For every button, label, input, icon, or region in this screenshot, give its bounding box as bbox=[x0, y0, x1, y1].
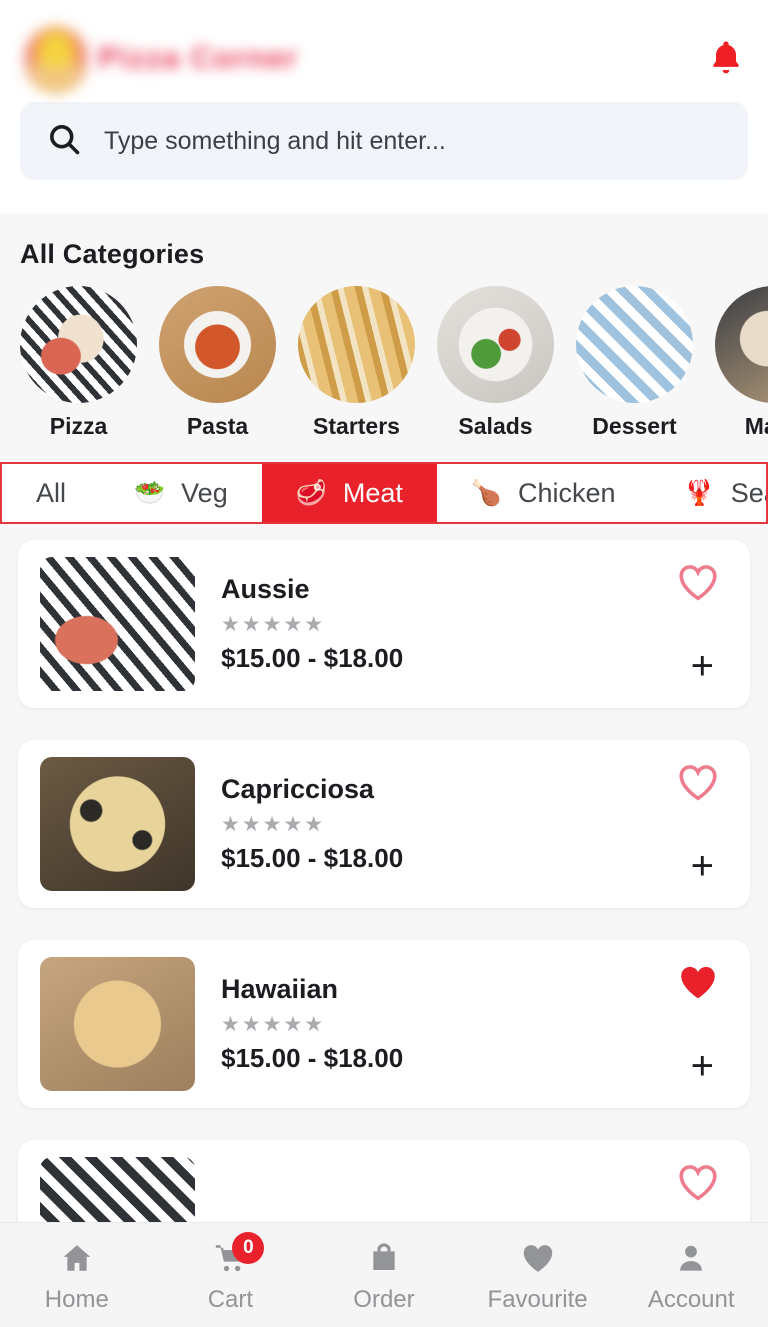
category-item-pizza[interactable]: Pizza bbox=[20, 286, 137, 440]
nav-label: Home bbox=[44, 1286, 109, 1313]
favourite-heart-icon[interactable] bbox=[676, 1162, 720, 1207]
meat-icon: 🥩 bbox=[295, 478, 327, 507]
product-card[interactable]: Capricciosa ★★★★★ $15.00 - $18.00 + bbox=[18, 740, 750, 908]
product-name: Capricciosa bbox=[221, 774, 375, 804]
brand-name: Pizza Corner bbox=[98, 40, 298, 75]
category-image-make bbox=[715, 286, 768, 403]
app-screen: Pizza Corner Type something and hit ente… bbox=[0, 0, 768, 1327]
app-header: Pizza Corner Type something and hit ente… bbox=[0, 0, 768, 213]
filter-tab-label: All bbox=[36, 477, 67, 508]
search-bar[interactable]: Type something and hit enter... bbox=[20, 102, 748, 180]
person-icon bbox=[675, 1236, 707, 1280]
filter-tab-label: Sea bbox=[730, 477, 766, 508]
nav-label: Cart bbox=[207, 1286, 254, 1313]
filter-tab-meat[interactable]: 🥩 Meat bbox=[261, 464, 437, 522]
nav-item-account[interactable]: Account bbox=[614, 1236, 768, 1314]
cart-icon: 0 bbox=[212, 1232, 265, 1280]
category-item-pasta[interactable]: Pasta bbox=[159, 286, 276, 440]
heart-icon bbox=[519, 1236, 557, 1280]
product-card[interactable]: Hawaiian ★★★★★ $15.00 - $18.00 + bbox=[18, 940, 750, 1108]
header-top-bar: Pizza Corner bbox=[20, 14, 748, 102]
favourite-heart-icon[interactable] bbox=[676, 762, 720, 807]
product-name: Aussie bbox=[221, 574, 310, 604]
app-logo-icon bbox=[20, 22, 92, 94]
filter-tab-veg[interactable]: 🥗 Veg bbox=[100, 464, 262, 522]
category-label: Dessert bbox=[592, 413, 677, 439]
category-item-dessert[interactable]: Dessert bbox=[576, 286, 693, 440]
product-name: Hawaiian bbox=[221, 974, 339, 1004]
favourite-heart-icon[interactable] bbox=[676, 962, 720, 1007]
product-price: $15.00 - $18.00 bbox=[221, 643, 404, 673]
category-image-starters bbox=[298, 286, 415, 403]
cart-badge: 0 bbox=[232, 1232, 265, 1264]
product-info: Capricciosa ★★★★★ $15.00 - $18.00 bbox=[221, 774, 403, 874]
category-image-salads bbox=[437, 286, 554, 403]
nav-label: Favourite bbox=[487, 1286, 588, 1313]
filter-tab-label: Chicken bbox=[518, 477, 616, 508]
product-thumbnail bbox=[40, 957, 195, 1091]
category-image-pasta bbox=[159, 286, 276, 403]
search-input[interactable]: Type something and hit enter... bbox=[104, 127, 446, 156]
product-thumbnail bbox=[40, 757, 195, 891]
salad-icon: 🥗 bbox=[134, 478, 166, 507]
filter-tab-chicken[interactable]: 🍗 Chicken bbox=[436, 464, 650, 522]
favourite-heart-icon[interactable] bbox=[676, 562, 720, 607]
brand[interactable]: Pizza Corner bbox=[20, 22, 298, 94]
nav-label: Account bbox=[647, 1286, 735, 1313]
bell-icon[interactable] bbox=[704, 36, 748, 80]
category-label: Pizza bbox=[49, 413, 108, 439]
category-image-dessert bbox=[576, 286, 693, 403]
filter-tabs[interactable]: All 🥗 Veg 🥩 Meat 🍗 Chicken 🦞 Sea bbox=[0, 462, 768, 524]
categories-section: All Categories Pizza Pasta Starters Sala… bbox=[0, 213, 768, 446]
categories-title: All Categories bbox=[20, 239, 205, 269]
category-label: Make bbox=[744, 413, 768, 439]
category-item-starters[interactable]: Starters bbox=[298, 286, 415, 440]
category-item-make[interactable]: Make bbox=[715, 286, 768, 440]
rating-stars: ★★★★★ bbox=[221, 613, 326, 636]
bag-icon bbox=[368, 1236, 400, 1280]
filter-tab-label: Veg bbox=[181, 477, 228, 508]
categories-row[interactable]: Pizza Pasta Starters Salads Dessert Make bbox=[0, 286, 768, 440]
chicken-icon: 🍗 bbox=[470, 478, 503, 507]
search-icon bbox=[46, 121, 82, 162]
add-to-cart-button[interactable]: + bbox=[691, 646, 714, 686]
nav-item-home[interactable]: Home bbox=[0, 1236, 154, 1314]
filter-tab-label: Meat bbox=[342, 477, 403, 508]
product-list: Aussie ★★★★★ $15.00 - $18.00 + Capriccio… bbox=[0, 524, 768, 1308]
category-label: Salads bbox=[458, 413, 533, 439]
seafood-icon: 🦞 bbox=[683, 478, 715, 507]
home-icon bbox=[60, 1236, 94, 1280]
nav-item-favourite[interactable]: Favourite bbox=[461, 1236, 615, 1314]
bottom-navigation: Home 0 Cart Order Favourite Account bbox=[0, 1222, 768, 1327]
nav-item-order[interactable]: Order bbox=[307, 1236, 461, 1314]
nav-label: Order bbox=[353, 1286, 415, 1313]
filter-tab-all[interactable]: All bbox=[2, 464, 101, 522]
nav-item-cart[interactable]: 0 Cart bbox=[154, 1232, 308, 1314]
rating-stars: ★★★★★ bbox=[221, 1013, 326, 1036]
category-image-pizza bbox=[20, 286, 137, 403]
product-info: Aussie ★★★★★ $15.00 - $18.00 bbox=[221, 574, 403, 674]
add-to-cart-button[interactable]: + bbox=[691, 846, 714, 886]
filter-tab-seafood[interactable]: 🦞 Sea bbox=[649, 464, 766, 522]
category-label: Starters bbox=[313, 413, 400, 439]
rating-stars: ★★★★★ bbox=[221, 813, 326, 836]
product-card[interactable]: Aussie ★★★★★ $15.00 - $18.00 + bbox=[18, 540, 750, 708]
add-to-cart-button[interactable]: + bbox=[691, 1046, 714, 1086]
product-thumbnail bbox=[40, 557, 195, 691]
category-label: Pasta bbox=[186, 413, 249, 439]
product-price: $15.00 - $18.00 bbox=[221, 1043, 404, 1073]
category-item-salads[interactable]: Salads bbox=[437, 286, 554, 440]
product-price: $15.00 - $18.00 bbox=[221, 843, 404, 873]
product-info: Hawaiian ★★★★★ $15.00 - $18.00 bbox=[221, 974, 403, 1074]
